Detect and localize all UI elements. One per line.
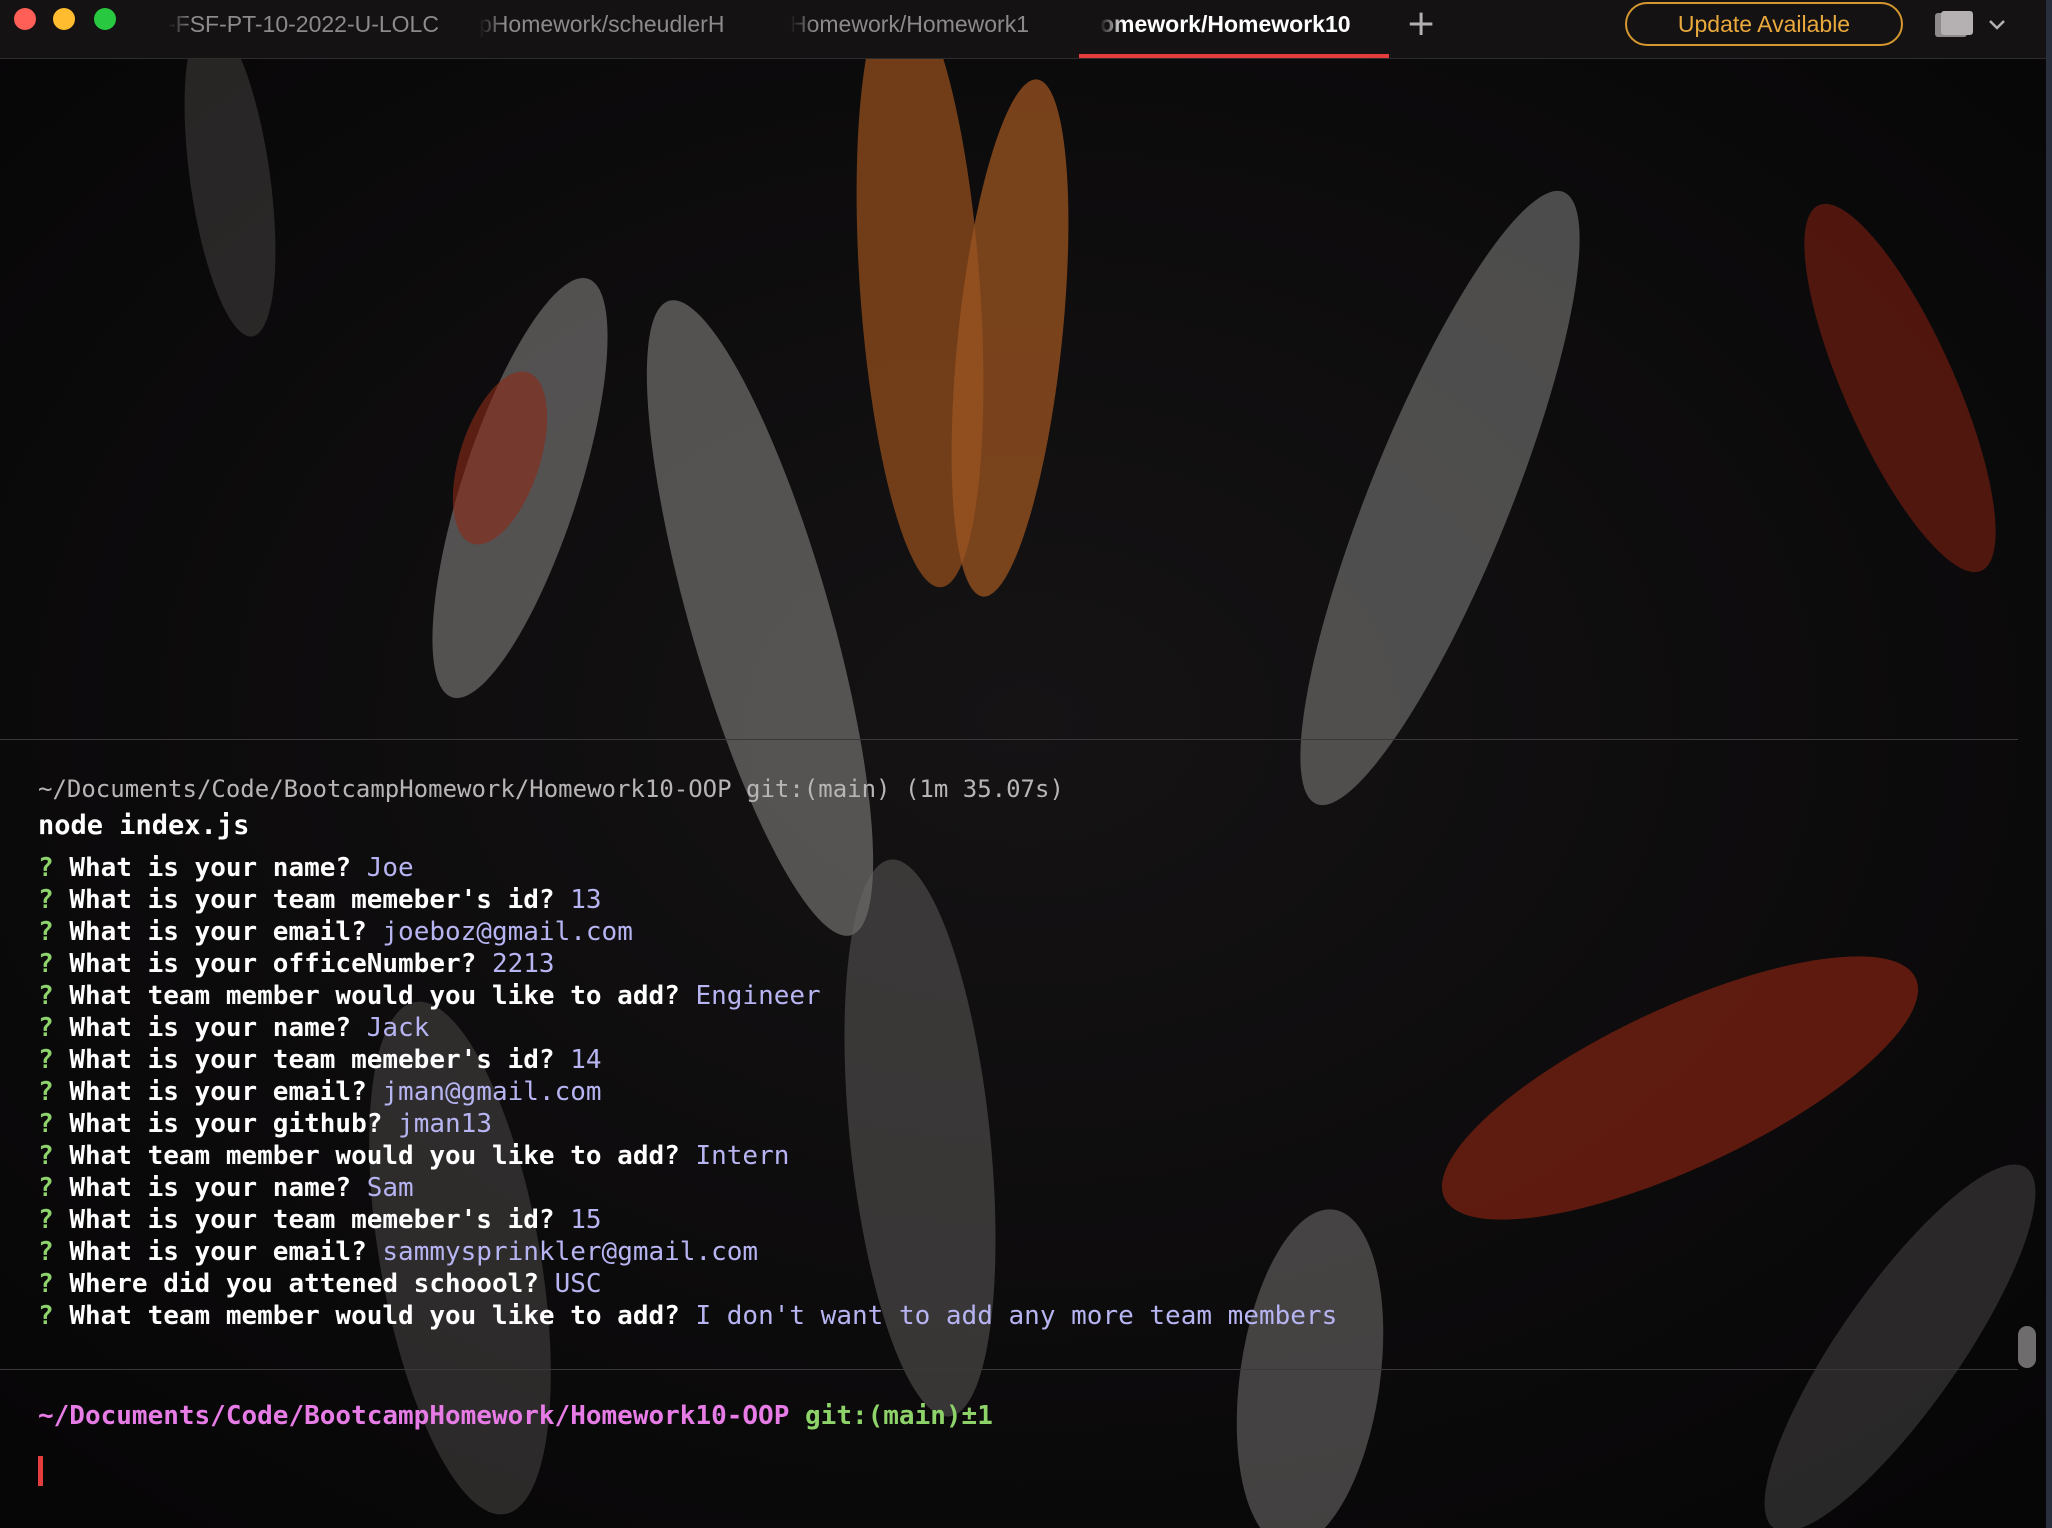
output-line: ? What team member would you like to add… [38,1140,1337,1172]
command-output: ? What is your name? Joe? What is your t… [38,852,1337,1332]
question-mark: ? [38,1301,54,1331]
terminal-pane[interactable]: ~/Documents/Code/BootcampHomework/Homewo… [0,58,2052,1528]
shell-prompt: ~/Documents/Code/BootcampHomework/Homewo… [38,1401,993,1431]
question-mark: ? [38,917,54,947]
question-mark: ? [38,1269,54,1299]
block-header: ~/Documents/Code/BootcampHomework/Homewo… [38,775,1064,803]
plus-icon[interactable]: + [1406,4,1436,44]
question-mark: ? [38,1173,54,1203]
output-line: ? What is your team memeber's id? 14 [38,1044,1337,1076]
prompt-question: What is your email? [69,917,367,947]
prompt-git-status: git:(main)±1 [805,1401,993,1431]
chevron-down-icon[interactable] [1985,12,2009,36]
window-layout-icon[interactable] [1934,10,1974,38]
question-mark: ? [38,1013,54,1043]
output-line: ? What team member would you like to add… [38,980,1337,1012]
prompt-answer: 2213 [491,949,555,979]
tab-label: omework/Homework10 [1100,11,1351,37]
question-mark: ? [38,1077,54,1107]
tab-label: -FSF-PT-10-2022-U-LOLC [168,11,439,37]
tab-homework10[interactable]: omework/Homework10 [1100,0,1390,56]
update-available-button[interactable]: Update Available [1625,2,1903,46]
prompt-answer: 13 [570,885,602,915]
prompt-answer: Jack [366,1013,430,1043]
prompt-question: What is your email? [69,1237,367,1267]
question-mark: ? [38,1205,54,1235]
tab-label: pHomework/scheudlerH [479,11,725,37]
output-line: ? What is your team memeber's id? 15 [38,1204,1337,1236]
minimize-icon[interactable] [53,8,75,30]
output-line: ? What is your github? jman13 [38,1108,1337,1140]
prompt-question: What is your name? [69,1013,352,1043]
output-line: ? What is your email? jman@gmail.com [38,1076,1337,1108]
window-edge [2046,0,2052,1528]
question-mark: ? [38,1045,54,1075]
tab-fsf-pt[interactable]: -FSF-PT-10-2022-U-LOLC [168,0,458,56]
input-cursor[interactable] [38,1456,43,1486]
prompt-question: What team member would you like to add? [69,981,680,1011]
prompt-question: What is your officeNumber? [69,949,477,979]
output-line: ? What is your team memeber's id? 13 [38,884,1337,916]
prompt-answer: Intern [695,1141,790,1171]
prompt-answer: joeboz@gmail.com [382,917,633,947]
question-mark: ? [38,981,54,1011]
prompt-question: What is your team memeber's id? [69,1045,555,1075]
question-mark: ? [38,1141,54,1171]
prompt-path: ~/Documents/Code/BootcampHomework/Homewo… [38,1401,790,1431]
zoom-icon[interactable] [94,8,116,30]
active-tab-indicator [1079,54,1389,58]
prompt-answer: USC [554,1269,602,1299]
question-mark: ? [38,853,54,883]
prompt-question: What is your team memeber's id? [69,885,555,915]
block-divider [0,739,2018,740]
tab-bar: -FSF-PT-10-2022-U-LOLC pHomework/scheudl… [0,0,2052,59]
question-mark: ? [38,949,54,979]
question-mark: ? [38,1109,54,1139]
command-text: node index.js [38,810,250,841]
tab-label: Homework/Homework1 [790,11,1030,37]
prompt-answer: Engineer [695,981,821,1011]
prompt-answer: sammysprinkler@gmail.com [382,1237,759,1267]
scrollbar[interactable] [2018,1326,2036,1368]
output-line: ? Where did you attened schoool? USC [38,1268,1337,1300]
output-line: ? What is your email? sammysprinkler@gma… [38,1236,1337,1268]
close-icon[interactable] [14,8,36,30]
prompt-answer: jman@gmail.com [382,1077,602,1107]
output-line: ? What is your name? Jack [38,1012,1337,1044]
prompt-question: What team member would you like to add? [69,1141,680,1171]
prompt-answer: Joe [366,853,414,883]
prompt-question: What is your name? [69,853,352,883]
prompt-answer: 15 [570,1205,602,1235]
prompt-question: Where did you attened schoool? [69,1269,539,1299]
block-divider [0,1369,2018,1370]
output-line: ? What team member would you like to add… [38,1300,1337,1332]
tab-scheduler[interactable]: pHomework/scheudlerH [479,0,769,56]
prompt-question: What is your email? [69,1077,367,1107]
prompt-question: What is your github? [69,1109,383,1139]
prompt-answer: jman13 [398,1109,492,1139]
prompt-answer: I don't want to add any more team member… [695,1301,1338,1331]
prompt-answer: 14 [570,1045,602,1075]
output-line: ? What is your name? Sam [38,1172,1337,1204]
tab-homework1[interactable]: Homework/Homework1 [790,0,1080,56]
output-line: ? What is your email? joeboz@gmail.com [38,916,1337,948]
question-mark: ? [38,885,54,915]
prompt-question: What is your team memeber's id? [69,1205,555,1235]
prompt-question: What is your name? [69,1173,352,1203]
output-line: ? What is your name? Joe [38,852,1337,884]
prompt-answer: Sam [366,1173,414,1203]
prompt-question: What team member would you like to add? [69,1301,680,1331]
question-mark: ? [38,1237,54,1267]
output-line: ? What is your officeNumber? 2213 [38,948,1337,980]
